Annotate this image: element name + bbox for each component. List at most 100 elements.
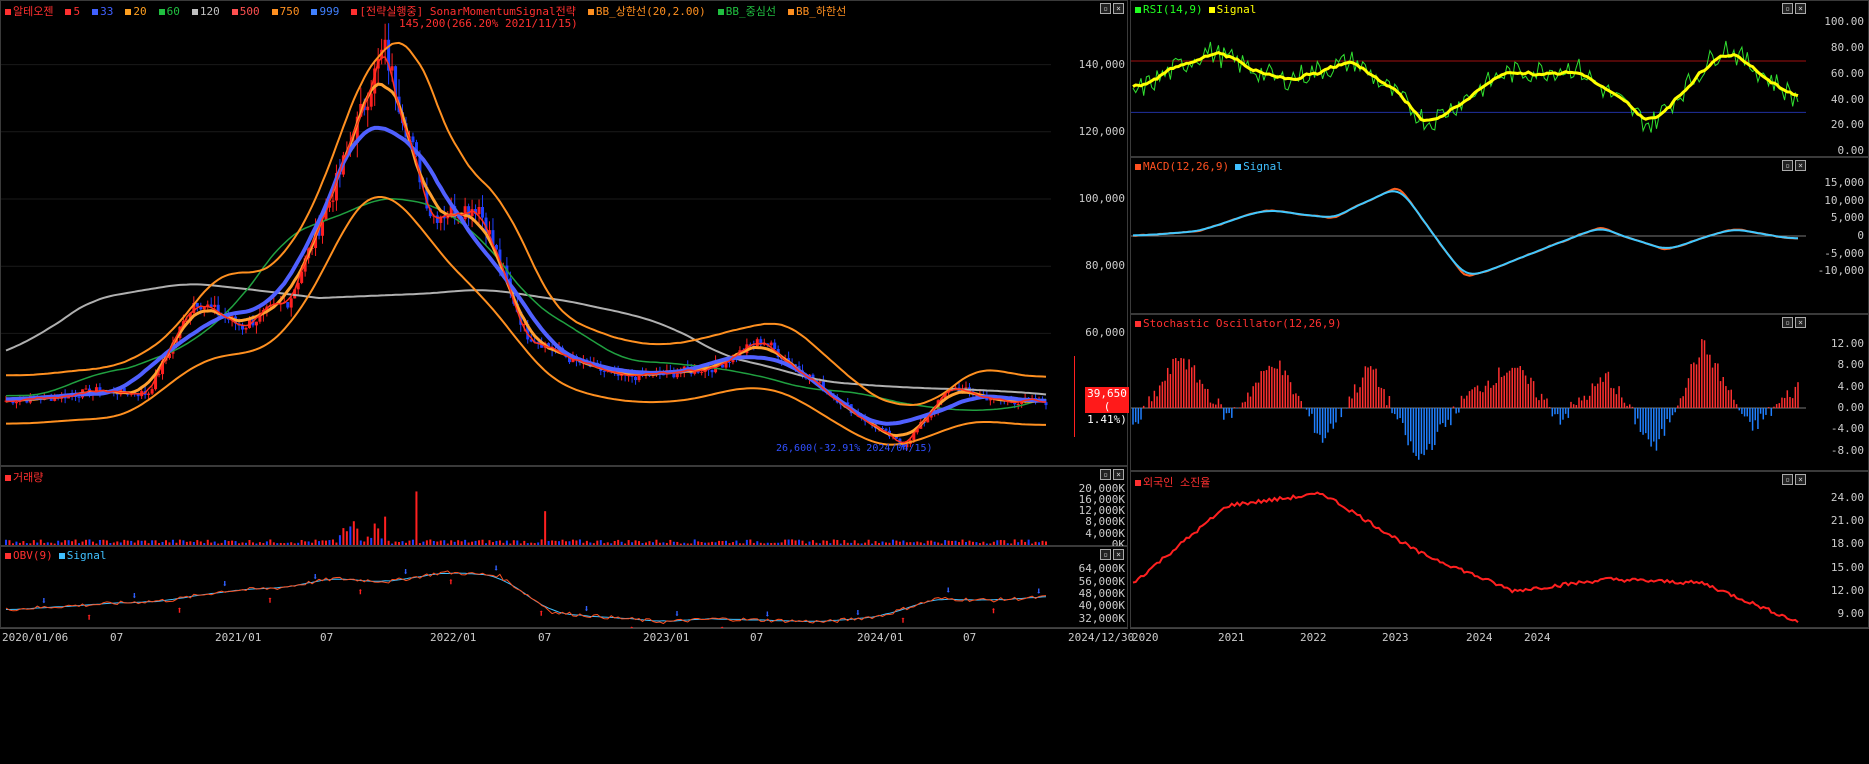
main-price-panel[interactable]: 알테오젠 5 33 20 60 120 500 750 999 [전략실행중] SonarMome… [0,0,1129,466]
stoch-title: Stochastic Oscillator(12,26,9) [1143,317,1342,330]
volume-bar [780,542,783,545]
price-change: ( 1.41%) [1087,400,1127,426]
buy-arrow-icon: ⬆ [86,612,92,623]
volume-bar [881,541,884,545]
volume-panel[interactable]: 거래량 ▫ × 20,000K 16,000K 12,000K 8,000K 4,000K… [0,466,1128,551]
volume-bar [439,540,442,545]
volume-bar [547,540,550,545]
volume-bar [328,540,331,545]
restore-icon[interactable]: ▫ [1100,3,1111,14]
volume-bar [749,539,752,545]
volume-bar [898,541,901,545]
y-tick-label: 56,000K [1078,574,1125,588]
candle-body [213,304,217,307]
legend-label: 999 [319,5,340,18]
volume-bar [85,539,87,545]
y-tick-label: -8.00 [1830,443,1864,457]
volume-bar [71,541,74,545]
legend-item: 알테오젠 [5,5,59,18]
y-tick-label: 0 [1857,229,1864,242]
close-icon[interactable]: × [1795,474,1806,485]
volume-bar [627,540,630,545]
volume-bar [958,542,961,545]
stochastic-panel[interactable]: Stochastic Oscillator(12,26,9) ▫ × 12.00 8… [1130,314,1869,471]
close-icon[interactable]: × [1795,317,1806,328]
obv-panel[interactable]: OBV(9)Signal ▫× ⬇⬆⬇⬆⬇⬆⬇⬆⬇⬆⬇⬆⬇⬆⬇⬆⬇⬆⬇⬆⬇⬆⬇ … [0,546,1128,629]
y-tick-label: 12.00 [1830,336,1864,350]
volume-bar [829,543,832,545]
main-x-axis: 2020/01/06 07 2021/01 07 2022/01 07 2023/01 07 2… [0,628,1134,645]
volume-bar [210,542,213,545]
restore-icon[interactable]: ▫ [1782,317,1793,328]
candle-body [136,394,140,397]
volume-bar [544,511,547,545]
y-tick-label: 12.00 [1830,583,1864,597]
volume-bar [1024,541,1027,545]
foreign-ownership-panel[interactable]: 외국인 소진율 ▫ × 24.00 21.00 18.00 15.00 12.00 9.00 [1130,471,1869,628]
volume-bar [286,542,289,545]
volume-bar [832,539,835,545]
rsi-panel[interactable]: RSI(14,9) Signal ▫ × 100.00 80.00 60.00 40.00… [1130,0,1869,157]
volume-bar [245,542,247,545]
volume-bar [46,542,49,545]
restore-icon[interactable]: ▫ [1100,469,1111,480]
sell-arrow-icon: ⬇ [403,567,409,578]
volume-bar [902,540,905,545]
macd-chart-svg [1131,187,1806,277]
volume-bar [589,542,592,545]
volume-bar [738,543,741,545]
volume-bar [916,541,919,545]
macd-panel[interactable]: MACD(12,26,9) Signal ▫ × 15,000 10,000 5,000… [1130,157,1869,314]
volume-bar [582,542,585,545]
volume-bar [794,540,797,545]
restore-icon[interactable]: ▫ [1100,549,1111,560]
restore-icon[interactable]: ▫ [1782,3,1793,14]
y-tick-label: 40.00 [1830,92,1864,106]
volume-bar [752,542,755,545]
x-tick-label: 07 [963,631,977,644]
volume-bar [648,541,651,545]
price-chart-svg: 145,200(266.20% 2021/11/15)26,600(-32.91… [1,17,1075,454]
restore-icon[interactable]: ▫ [1782,160,1793,171]
volume-bar [25,543,28,545]
volume-bar [112,542,115,545]
volume-bar [805,543,807,545]
close-icon[interactable]: × [1113,549,1124,560]
volume-bar [199,541,202,545]
volume-bar [592,543,595,545]
volume-bar [530,542,533,545]
volume-bar [345,531,348,545]
y-tick-label: -10,000 [1817,264,1864,278]
restore-icon[interactable]: ▫ [1782,474,1793,485]
volume-bar [665,542,668,545]
close-icon[interactable]: × [1113,469,1124,480]
volume-bar [985,543,988,545]
legend-label: BB_중심선 [725,5,776,18]
y-tick-label: 64,000K [1078,562,1125,576]
volume-bar [290,542,293,545]
buy-arrow-icon: ⬆ [448,577,454,588]
volume-bar [175,542,178,545]
volume-bar [1034,541,1037,545]
y-tick-label: 32,000K [1078,611,1125,625]
y-tick-label: 4.00 [1837,379,1865,393]
volume-bar [314,539,317,545]
close-icon[interactable]: × [1795,160,1806,171]
volume-bar [464,539,467,545]
volume-bar [711,541,714,545]
volume-bar [658,542,661,545]
x-tick-label: 2021 [1218,631,1245,644]
volume-bar [11,543,14,545]
volume-bar [839,543,842,545]
volume-bar [158,543,161,545]
y-tick-label: 80,000 [1085,259,1125,273]
close-icon[interactable]: × [1795,3,1806,14]
current-price: 39,650 [1087,387,1127,400]
y-tick-label: 120,000 [1078,124,1125,138]
volume-bar [67,540,70,545]
volume-bar [523,540,526,545]
volume-bar [867,539,870,545]
volume-bar [370,537,373,545]
volume-bar [742,543,745,545]
close-icon[interactable]: × [1113,3,1124,14]
